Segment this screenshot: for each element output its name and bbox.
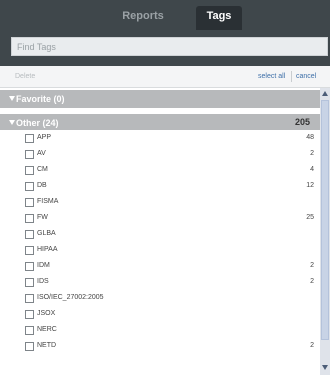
tag-checkbox[interactable] (25, 246, 34, 255)
tag-name: CM (37, 166, 48, 173)
tag-row: NETD 2 (0, 339, 320, 355)
expand-triangle-icon (9, 120, 15, 125)
tag-name: HIPAA (37, 246, 58, 253)
tag-name: ISO/IEC_27002:2005 (37, 294, 104, 301)
tag-count: 4 (310, 166, 314, 173)
tag-row: ISO/IEC_27002:2005 (0, 291, 320, 307)
group-label: Favorite (0) (16, 94, 65, 104)
tag-count: 12 (306, 182, 314, 189)
expand-triangle-icon (9, 96, 15, 101)
delete-button[interactable]: Delete (15, 73, 35, 80)
tag-name: AV (37, 150, 46, 157)
tag-checkbox[interactable] (25, 310, 34, 319)
cancel-link[interactable]: cancel (296, 73, 316, 80)
tag-row: FISMA (0, 195, 320, 211)
tag-row: FW 25 (0, 211, 320, 227)
search-bar (0, 30, 330, 66)
tag-name: NETD (37, 342, 57, 349)
scrollbar-thumb[interactable] (321, 100, 329, 340)
tag-name: IDM (37, 262, 50, 269)
tag-count: 2 (310, 262, 314, 269)
vertical-scrollbar[interactable] (320, 88, 330, 375)
tag-checkbox[interactable] (25, 198, 34, 207)
tag-checkbox[interactable] (25, 294, 34, 303)
tag-checkbox[interactable] (25, 134, 34, 143)
tag-name: FISMA (37, 198, 59, 205)
tag-checkbox[interactable] (25, 166, 34, 175)
link-divider (291, 71, 292, 82)
tag-row: AV 2 (0, 147, 320, 163)
tag-row: GLBA (0, 227, 320, 243)
group-label: Other (24) (16, 118, 59, 128)
tag-row: NERC (0, 323, 320, 339)
tag-name: JSOX (37, 310, 56, 317)
tag-name: GLBA (37, 230, 56, 237)
tag-name: IDS (37, 278, 49, 285)
tab-reports[interactable]: Reports (112, 7, 174, 25)
tag-row: IDM 2 (0, 259, 320, 275)
action-bar: Delete select all cancel (0, 66, 330, 88)
tag-count: 2 (310, 278, 314, 285)
top-tab-bar: Reports Tags (0, 0, 330, 30)
tag-row: CM 4 (0, 163, 320, 179)
tab-tags[interactable]: Tags (196, 6, 242, 30)
group-header-other[interactable]: Other (24) 205 (0, 114, 320, 130)
select-all-link[interactable]: select all (258, 73, 285, 80)
tag-checkbox[interactable] (25, 342, 34, 351)
tag-name: FW (37, 214, 48, 221)
tag-name: APP (37, 134, 52, 141)
tag-count: 25 (306, 214, 314, 221)
tag-row: DB 12 (0, 179, 320, 195)
group-count: 205 (294, 117, 310, 127)
tag-row: HIPAA (0, 243, 320, 259)
tag-checkbox[interactable] (25, 182, 34, 191)
tag-row: IDS 2 (0, 275, 320, 291)
tag-checkbox[interactable] (25, 230, 34, 239)
tag-count: 48 (306, 134, 314, 141)
tag-checkbox[interactable] (25, 326, 34, 335)
tag-checkbox[interactable] (25, 150, 34, 159)
tag-checkbox[interactable] (25, 262, 34, 271)
tag-name: DB (37, 182, 47, 189)
scroll-down-arrow-icon[interactable] (322, 365, 328, 370)
tag-row: APP 48 (0, 131, 320, 147)
tag-name: NERC (37, 326, 57, 333)
scroll-up-arrow-icon[interactable] (322, 91, 328, 96)
tag-count: 2 (310, 150, 314, 157)
group-header-favorite[interactable]: Favorite (0) (0, 90, 320, 108)
find-tags-input[interactable] (11, 37, 328, 56)
tag-checkbox[interactable] (25, 214, 34, 223)
tag-checkbox[interactable] (25, 278, 34, 287)
tag-count: 2 (310, 342, 314, 349)
tag-row: JSOX (0, 307, 320, 323)
tag-list: Favorite (0) Other (24) 205 APP 48 AV 2 … (0, 88, 320, 375)
